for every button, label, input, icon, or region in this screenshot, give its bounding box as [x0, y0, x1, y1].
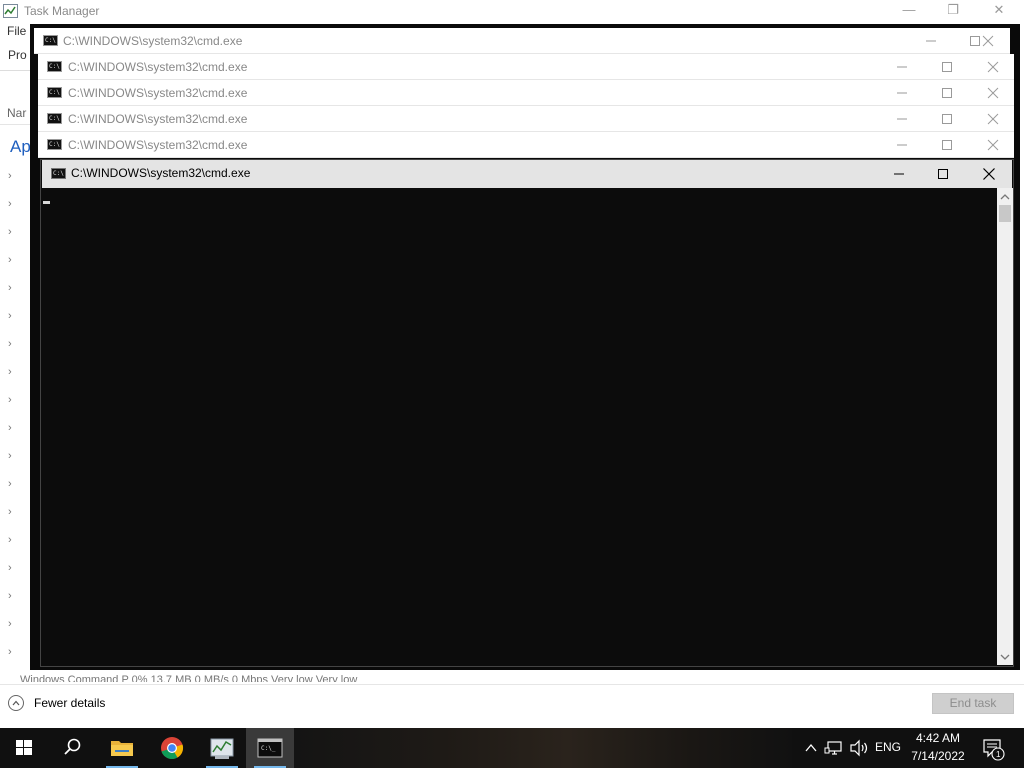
- chrome-taskbar-button[interactable]: [148, 728, 196, 768]
- maximize-icon[interactable]: [934, 165, 952, 183]
- active-cmd-title: C:\WINDOWS\system32\cmd.exe: [71, 166, 251, 180]
- cmd-window-title: C:\WINDOWS\system32\cmd.exe: [63, 34, 243, 48]
- process-row-partial[interactable]: Windows Command P 0% 13.7 MB 0 MB/s 0 Mb…: [20, 674, 840, 682]
- expand-chevron-icon[interactable]: ›: [8, 170, 18, 182]
- cmd-window-title: C:\WINDOWS\system32\cmd.exe: [68, 60, 248, 74]
- task-manager-title: Task Manager: [24, 4, 100, 18]
- expand-chevron-icon[interactable]: ›: [8, 366, 18, 378]
- maximize-icon[interactable]: [932, 32, 950, 50]
- console-output-area[interactable]: [42, 188, 997, 665]
- file-explorer-taskbar-button[interactable]: [98, 728, 146, 768]
- windows-logo-icon: [16, 740, 32, 755]
- expand-chevron-icon[interactable]: ›: [8, 534, 18, 546]
- expand-chevron-icon[interactable]: ›: [8, 282, 18, 294]
- task-manager-icon: [3, 4, 18, 18]
- minimize-icon[interactable]: [890, 165, 908, 183]
- section-apps-heading: Ap: [10, 137, 31, 156]
- expand-chevron-icon[interactable]: ›: [8, 226, 18, 238]
- search-button[interactable]: [48, 728, 96, 768]
- expand-chevron-icon[interactable]: ›: [8, 254, 18, 266]
- chevron-up-icon[interactable]: [8, 695, 24, 711]
- expand-chevron-icon[interactable]: ›: [8, 422, 18, 434]
- expand-chevron-icon[interactable]: ›: [8, 198, 18, 210]
- cmd-icon: C:\: [47, 61, 62, 72]
- close-icon[interactable]: [980, 165, 998, 183]
- clock-time[interactable]: 4:42 AM: [910, 731, 966, 745]
- task-manager-titlebar[interactable]: Task Manager — ❐ ✕: [0, 0, 1024, 24]
- expand-chevron-icon[interactable]: ›: [8, 646, 18, 658]
- close-icon[interactable]: [984, 136, 1002, 154]
- minimize-icon[interactable]: [893, 58, 911, 76]
- close-icon[interactable]: [984, 58, 1002, 76]
- command-prompt-taskbar-button[interactable]: C:\_: [246, 728, 294, 768]
- cmd-icon: C:\: [47, 113, 62, 124]
- expand-chevron-icon[interactable]: ›: [8, 478, 18, 490]
- cmd-icon: C:\: [47, 87, 62, 98]
- expand-chevron-icon[interactable]: ›: [8, 338, 18, 350]
- search-icon: [64, 738, 81, 755]
- task-manager-restore-button[interactable]: ❐: [941, 2, 965, 20]
- end-task-button[interactable]: End task: [932, 693, 1014, 714]
- cmd-window-title: C:\WINDOWS\system32\cmd.exe: [68, 86, 248, 100]
- expand-chevron-icon[interactable]: ›: [8, 450, 18, 462]
- expand-chevron-icon[interactable]: ›: [8, 310, 18, 322]
- folder-icon: [111, 741, 133, 756]
- task-manager-close-button[interactable]: ✕: [987, 2, 1011, 20]
- clock-date[interactable]: 7/14/2022: [906, 749, 970, 763]
- scrollbar-thumb[interactable]: [999, 205, 1011, 222]
- cmd-window-titlebar[interactable]: C:\ C:\WINDOWS\system32\cmd.exe: [38, 106, 1014, 132]
- cmd-window-titlebar[interactable]: C:\ C:\WINDOWS\system32\cmd.exe: [38, 54, 1014, 80]
- command-prompt-icon: C:\_: [257, 738, 283, 758]
- menu-file[interactable]: File: [7, 24, 26, 38]
- show-hidden-icons-chevron-icon[interactable]: [802, 728, 820, 768]
- chrome-icon: [161, 737, 184, 760]
- minimize-icon[interactable]: [893, 110, 911, 128]
- minimize-icon[interactable]: [893, 84, 911, 102]
- scroll-down-arrow-icon[interactable]: [997, 650, 1013, 664]
- maximize-icon[interactable]: [938, 84, 956, 102]
- active-cmd-titlebar[interactable]: C:\ C:\WINDOWS\system32\cmd.exe: [42, 160, 1012, 188]
- expand-chevron-icon[interactable]: ›: [8, 506, 18, 518]
- cmd-window-title: C:\WINDOWS\system32\cmd.exe: [68, 112, 248, 126]
- cmd-window-titlebar[interactable]: C:\ C:\WINDOWS\system32\cmd.exe: [38, 80, 1014, 106]
- maximize-icon[interactable]: [938, 136, 956, 154]
- maximize-icon[interactable]: [938, 110, 956, 128]
- notification-count: 1: [996, 750, 1001, 759]
- start-button[interactable]: [0, 728, 48, 768]
- fewer-details-button[interactable]: Fewer details: [34, 696, 105, 710]
- close-icon[interactable]: [984, 110, 1002, 128]
- close-icon[interactable]: [979, 32, 997, 50]
- expand-chevron-icon[interactable]: ›: [8, 618, 18, 630]
- volume-icon[interactable]: [848, 728, 870, 768]
- column-header-name[interactable]: Nar: [7, 106, 26, 120]
- taskbar-wallpaper-strip: [292, 728, 792, 768]
- expand-chevron-icon[interactable]: ›: [8, 394, 18, 406]
- task-manager-taskbar-button[interactable]: [198, 728, 246, 768]
- task-manager-footer: [0, 684, 1024, 729]
- cmd-icon: C:\: [43, 35, 58, 46]
- scroll-up-arrow-icon[interactable]: [997, 190, 1013, 204]
- expand-chevron-icon[interactable]: ›: [8, 590, 18, 602]
- expand-chevron-icon[interactable]: ›: [8, 562, 18, 574]
- svg-text:C:\_: C:\_: [261, 745, 276, 752]
- console-scrollbar[interactable]: [997, 188, 1013, 665]
- cmd-icon: C:\: [47, 139, 62, 150]
- minimize-icon[interactable]: [893, 136, 911, 154]
- network-icon[interactable]: [824, 728, 846, 768]
- task-manager-minimize-button[interactable]: —: [897, 2, 921, 20]
- action-center-icon[interactable]: 1: [980, 728, 1008, 768]
- input-language-indicator[interactable]: ENG: [875, 740, 901, 754]
- cmd-window-title: C:\WINDOWS\system32\cmd.exe: [68, 138, 248, 152]
- cmd-window-titlebar[interactable]: C:\ C:\WINDOWS\system32\cmd.exe: [34, 28, 1010, 54]
- close-icon[interactable]: [984, 84, 1002, 102]
- maximize-icon[interactable]: [938, 58, 956, 76]
- tab-processes[interactable]: Pro: [8, 48, 27, 62]
- text-cursor: [43, 201, 50, 204]
- task-manager-icon: [210, 738, 234, 759]
- cmd-icon: C:\: [51, 168, 66, 179]
- cmd-window-titlebar[interactable]: C:\ C:\WINDOWS\system32\cmd.exe: [38, 132, 1014, 158]
